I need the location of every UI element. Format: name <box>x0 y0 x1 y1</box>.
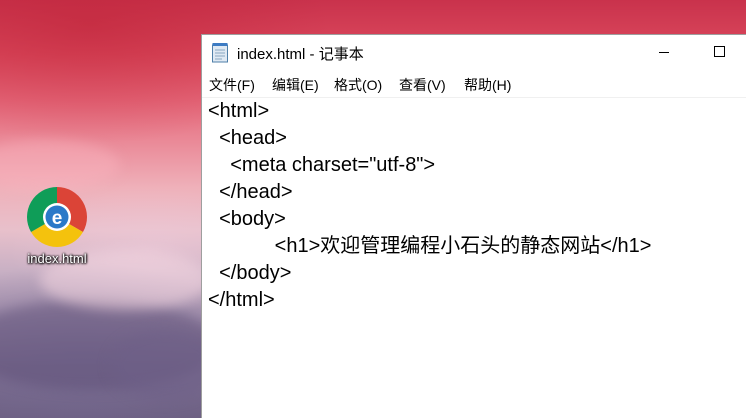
code-line: <body> <box>208 208 286 230</box>
desktop-file-icon[interactable]: e index.html <box>14 186 100 266</box>
code-line: <html> <box>208 100 270 122</box>
menu-bar: 文件(F) 编辑(E) 格式(O) 查看(V) 帮助(H) <box>202 72 746 96</box>
code-line: <meta charset="utf-8"> <box>208 154 436 176</box>
text-editor-area[interactable]: <html> <head> <meta charset="utf-8"> </h… <box>202 97 746 420</box>
menu-file[interactable]: 文件(F) <box>209 75 255 95</box>
code-line: </html> <box>208 289 275 311</box>
minimize-icon <box>659 52 669 53</box>
code-line: <h1>欢迎管理编程小石头的静态网站</h1> <box>208 235 652 257</box>
legacy-edge-browser-icon: e <box>26 186 88 248</box>
desktop-file-label: index.html <box>27 251 87 266</box>
title-bar[interactable]: index.html - 记事本 <box>202 35 746 72</box>
menu-edit[interactable]: 编辑(E) <box>272 75 319 95</box>
notepad-icon <box>211 42 229 63</box>
menu-help[interactable]: 帮助(H) <box>464 75 511 95</box>
window-title: index.html - 记事本 <box>237 46 364 63</box>
menu-format[interactable]: 格式(O) <box>334 75 382 95</box>
menu-view[interactable]: 查看(V) <box>399 75 446 95</box>
maximize-button[interactable] <box>698 35 744 68</box>
svg-text:e: e <box>52 208 63 229</box>
code-line: </head> <box>208 181 293 203</box>
desktop-wallpaper-cloud <box>0 140 120 190</box>
code-line: </body> <box>208 262 292 284</box>
code-line: <head> <box>208 127 287 149</box>
maximize-icon <box>714 46 725 57</box>
notepad-window: index.html - 记事本 文件(F) 编辑(E) 格式(O) 查看(V)… <box>201 34 746 420</box>
minimize-button[interactable] <box>642 35 688 68</box>
